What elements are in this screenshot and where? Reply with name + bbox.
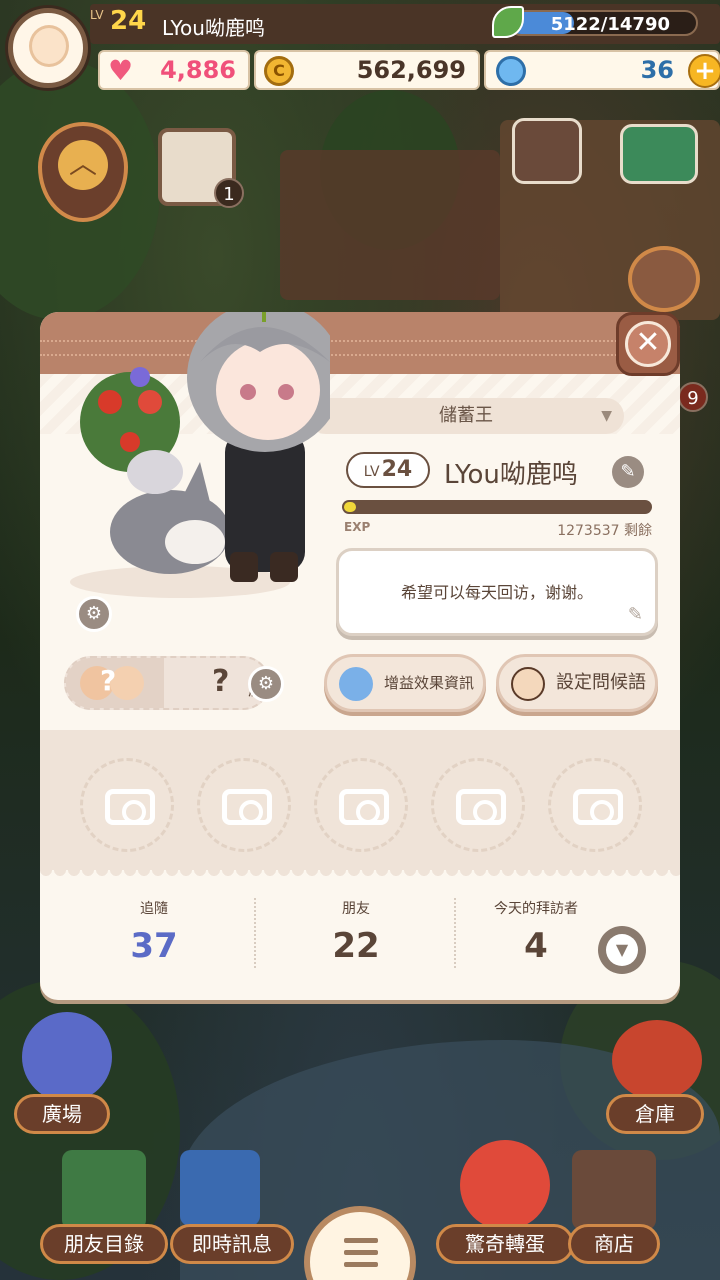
- age-value: ?: [212, 664, 230, 699]
- character-avatar[interactable]: [60, 312, 330, 602]
- friends-book-icon: [62, 1150, 146, 1230]
- player-avatar[interactable]: [8, 8, 88, 88]
- add-photo-slot[interactable]: [197, 758, 291, 852]
- warehouse-icon: [612, 1020, 702, 1100]
- pencil-icon: ✎: [627, 604, 643, 625]
- player-level: 24: [110, 6, 147, 36]
- camera-icon: [105, 789, 155, 825]
- chevron-up-icon: ︿: [58, 140, 108, 190]
- menu-icon: [344, 1238, 378, 1243]
- friends-stat[interactable]: 朋友 22: [256, 898, 456, 966]
- gacha-button[interactable]: 驚奇轉蛋: [436, 1224, 574, 1264]
- energy-text: 5122/14790: [550, 14, 670, 35]
- calendar-button[interactable]: 1: [158, 128, 244, 208]
- visitors-label: 今天的拜訪者: [494, 901, 578, 917]
- message-icon: [180, 1150, 260, 1226]
- chevron-down-icon: ▼: [606, 934, 638, 966]
- level-prefix: LV: [363, 464, 380, 480]
- buff-icon: [339, 667, 373, 701]
- profile-level: 24: [381, 457, 413, 482]
- shop-icon: [572, 1150, 656, 1230]
- heart-icon: ♥: [108, 54, 134, 87]
- coin-icon: C: [264, 56, 294, 86]
- close-icon: ✕: [625, 321, 671, 367]
- camera-icon: [339, 789, 389, 825]
- couple-icon: ?: [66, 658, 164, 708]
- set-greeting-label: 設定問候語: [556, 672, 646, 693]
- add-photo-slot[interactable]: [80, 758, 174, 852]
- profile-exp-bar: [342, 500, 652, 514]
- gender-age-selector[interactable]: ? ? 歲: [64, 656, 270, 710]
- pet-settings-gear-icon[interactable]: ⚙: [76, 596, 112, 632]
- hearts-counter[interactable]: ♥ 4,886: [98, 50, 250, 90]
- house-building: [280, 150, 500, 300]
- add-gems-button[interactable]: +: [688, 54, 720, 88]
- edit-name-pencil-icon[interactable]: ✎: [612, 456, 644, 488]
- shop-button[interactable]: 商店: [568, 1224, 660, 1264]
- following-stat[interactable]: 追隨 37: [54, 898, 254, 966]
- friends-value: 22: [332, 926, 380, 966]
- photo-gallery: [40, 730, 680, 870]
- profile-exp-fill: [344, 502, 357, 512]
- buff-info-label: 增益效果資訊: [383, 674, 474, 692]
- level-prefix: LV: [90, 8, 104, 22]
- gems-counter[interactable]: 36 +: [484, 50, 720, 90]
- plaza-button[interactable]: 廣場: [14, 1094, 110, 1134]
- coins-counter[interactable]: C 562,699: [254, 50, 480, 90]
- coins-value: 562,699: [356, 56, 466, 84]
- age-settings-gear-icon[interactable]: ⚙: [248, 666, 284, 702]
- close-button[interactable]: ✕: [616, 312, 680, 376]
- gems-value: 36: [640, 56, 674, 84]
- title-text: 儲蓄王: [439, 405, 493, 426]
- decor-button[interactable]: [512, 118, 582, 184]
- gacha-machine-icon: [460, 1140, 550, 1230]
- storage-box-button[interactable]: [620, 124, 698, 184]
- hearts-value: 4,886: [160, 56, 236, 84]
- friends-label: 朋友: [342, 901, 370, 917]
- warehouse-button[interactable]: 倉庫: [606, 1094, 704, 1134]
- greeting-text: 希望可以每天回访，谢谢。: [400, 583, 593, 602]
- exp-label: EXP: [344, 520, 371, 534]
- following-value: 37: [130, 926, 178, 966]
- exp-remaining: 1273537 剩餘: [557, 523, 652, 539]
- player-name: LYou呦鹿鸣: [162, 16, 265, 40]
- friends-list-button[interactable]: 朋友目錄: [40, 1224, 168, 1264]
- visitors-expand-button[interactable]: ▼: [598, 926, 646, 974]
- title-dropdown[interactable]: 儲蓄王 ▼: [308, 398, 624, 434]
- notification-badge: 9: [678, 382, 708, 412]
- messages-button[interactable]: 即時訊息: [170, 1224, 294, 1264]
- gem-icon: [496, 56, 526, 86]
- profile-modal: 儲蓄王 ▼ ⚙ LV24 LYou呦鹿鸣 ✎ EXP 1273537 剩餘 希望…: [40, 312, 680, 1000]
- profile-level-badge: LV24: [346, 452, 430, 488]
- set-greeting-button[interactable]: 設定問候語: [496, 654, 658, 712]
- add-photo-slot[interactable]: [548, 758, 642, 852]
- camera-icon: [456, 789, 506, 825]
- calendar-badge: 1: [214, 178, 244, 208]
- buff-info-button[interactable]: 增益效果資訊: [324, 654, 486, 712]
- profile-name: LYou呦鹿鸣: [444, 460, 578, 490]
- plaza-icon: [22, 1012, 112, 1102]
- wave-hand-icon: [511, 667, 545, 701]
- add-photo-slot[interactable]: [314, 758, 408, 852]
- camera-icon: [573, 789, 623, 825]
- energy-bar[interactable]: 5122/14790: [508, 10, 698, 36]
- greeting-bubble[interactable]: 希望可以每天回访，谢谢。 ✎: [336, 548, 658, 636]
- following-label: 追隨: [140, 901, 168, 917]
- add-photo-slot[interactable]: [431, 758, 525, 852]
- face-icon: [29, 25, 69, 67]
- camera-icon: [222, 789, 272, 825]
- top-hud: LV 24 LYou呦鹿鸣 5122/14790 ♥ 4,886 C 562,6…: [0, 0, 720, 95]
- quest-board-button[interactable]: [628, 246, 700, 312]
- dropdown-arrow-icon: ▼: [601, 408, 612, 424]
